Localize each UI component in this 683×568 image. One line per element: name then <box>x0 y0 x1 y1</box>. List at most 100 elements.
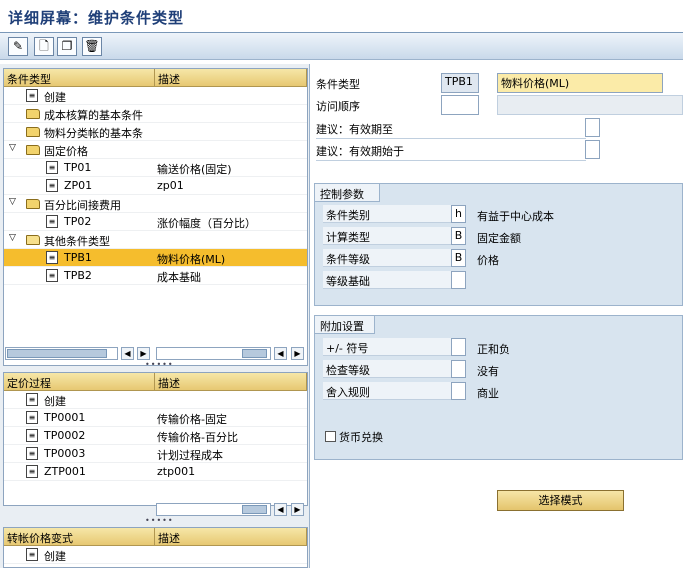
tree-row[interactable]: ▽ 百分比间接费用 <box>4 195 307 213</box>
folder-icon <box>26 199 40 209</box>
currency-conversion-checkbox[interactable] <box>325 431 336 442</box>
condition-type-label: 条件类型 <box>316 78 360 91</box>
additional-setting-label: +/- 符号 <box>323 338 451 356</box>
document-icon: ≡ <box>46 269 58 282</box>
document-icon: ≡ <box>46 161 58 174</box>
control-parameter-field[interactable]: h <box>451 205 466 223</box>
tree-node-label: ZTP001 <box>44 465 86 478</box>
column-header-description[interactable]: 描述 <box>155 69 307 87</box>
access-sequence-description-field <box>497 95 683 115</box>
document-icon: ≡ <box>26 429 38 442</box>
condition-type-description-field[interactable]: 物料价格(ML) <box>497 73 663 93</box>
scroll-left-icon[interactable]: ◀ <box>274 503 287 516</box>
select-mode-button[interactable]: 选择模式 <box>497 490 624 511</box>
scroll-right-icon[interactable]: ▶ <box>291 347 304 360</box>
new-entry-icon[interactable]: 🗋 <box>34 37 54 56</box>
column-header-condition-type[interactable]: 条件类型 <box>4 69 155 87</box>
condition-type-field: TPB1 <box>441 73 479 93</box>
additional-setting-description: 商业 <box>477 387 499 400</box>
tree-row[interactable]: ▽ 其他条件类型 <box>4 231 307 249</box>
tree-row[interactable]: ≡ 创建 <box>4 546 307 564</box>
tree-node-description: 成本基础 <box>157 271 201 284</box>
control-parameter-label: 等级基础 <box>323 271 451 289</box>
column-header-pricing-procedure[interactable]: 定价过程 <box>4 373 155 391</box>
delete-icon[interactable]: 🗑 <box>82 37 102 56</box>
additional-settings-group: 附加设置 +/- 符号 正和负 检查等级 没有 舍入规则 商业 货币兑换 <box>314 315 683 460</box>
document-icon: ≡ <box>26 447 38 460</box>
tree-node-label: 创建 <box>44 395 66 408</box>
horizontal-scrollbar[interactable] <box>156 503 271 516</box>
valid-from-label: 建议：有效期始于 <box>316 143 586 161</box>
scroll-right-icon[interactable]: ▶ <box>137 347 150 360</box>
additional-setting-description: 没有 <box>477 365 499 378</box>
tree-node-description: zp01 <box>157 179 184 192</box>
scroll-left-icon[interactable]: ◀ <box>121 347 134 360</box>
tree-row[interactable]: ≡ ZTP001 ztp001 <box>4 463 307 481</box>
tree-node-label: 成本核算的基本条件 <box>44 109 143 122</box>
control-parameter-description: 价格 <box>477 254 499 267</box>
additional-setting-field[interactable] <box>451 382 466 400</box>
splitter-grip[interactable]: ••••• <box>145 361 173 369</box>
tree-row[interactable]: ≡ 创建 <box>4 87 307 105</box>
expand-arrow-icon[interactable]: ▽ <box>9 143 19 153</box>
column-header-description[interactable]: 描述 <box>155 373 307 391</box>
tree-row[interactable]: ▽ 固定价格 <box>4 141 307 159</box>
column-header-transfer-price-variant[interactable]: 转帐价格变式 <box>4 528 155 546</box>
tree-row[interactable]: ≡ TP0003 计划过程成本 <box>4 445 307 463</box>
tree-node-description: 传输价格-固定 <box>157 413 227 426</box>
control-parameter-field[interactable]: B <box>451 227 466 245</box>
valid-to-field[interactable] <box>585 118 600 137</box>
control-parameter-label: 条件类别 <box>323 205 451 223</box>
tree-row[interactable]: ≡ 创建 <box>4 391 307 409</box>
document-icon: ≡ <box>26 548 38 561</box>
tree-row[interactable]: ≡ TPB1 物料价格(ML) <box>4 249 307 267</box>
navigation-pane: 条件类型 描述 ≡ 创建 成本核算的基本条件 物料分类帐的基本条 ▽ 固定价格 ≡ TP01 输… <box>0 64 310 568</box>
document-icon: ≡ <box>26 411 38 424</box>
group-title: 控制参数 <box>315 184 380 202</box>
horizontal-scrollbar[interactable] <box>5 347 118 360</box>
valid-from-field[interactable] <box>585 140 600 159</box>
tree-node-description: 物料价格(ML) <box>157 253 226 266</box>
tree-row[interactable]: 物料分类帐的基本条 <box>4 123 307 141</box>
scroll-right-icon[interactable]: ▶ <box>291 503 304 516</box>
group-title: 附加设置 <box>315 316 375 334</box>
splitter-grip[interactable]: ••••• <box>145 517 173 525</box>
tree-node-description: 输送价格(固定) <box>157 163 232 176</box>
pricing-procedure-tree: 定价过程 描述 ≡ 创建 ≡ TP0001 传输价格-固定 ≡ TP0002 传输价格-百分比… <box>3 372 308 506</box>
tree-row[interactable]: 成本核算的基本条件 <box>4 105 307 123</box>
tree-node-description: 涨价幅度（百分比） <box>157 217 256 230</box>
currency-conversion-label: 货币兑换 <box>339 431 383 444</box>
tree-node-description: 传输价格-百分比 <box>157 431 238 444</box>
access-sequence-field[interactable] <box>441 95 479 115</box>
tree-row[interactable]: ≡ TP0001 传输价格-固定 <box>4 409 307 427</box>
tree-row[interactable]: ≡ TP01 输送价格(固定) <box>4 159 307 177</box>
expand-arrow-icon[interactable]: ▽ <box>9 197 19 207</box>
valid-to-label: 建议：有效期至 <box>316 121 586 139</box>
tree-row[interactable]: ≡ ZP01 zp01 <box>4 177 307 195</box>
copy-icon[interactable]: ❐ <box>57 37 77 56</box>
tree-node-label: TP0002 <box>44 429 86 442</box>
folder-icon <box>26 145 40 155</box>
folder-icon <box>26 109 40 119</box>
scroll-left-icon[interactable]: ◀ <box>274 347 287 360</box>
expand-arrow-icon[interactable]: ▽ <box>9 233 19 243</box>
additional-setting-description: 正和负 <box>477 343 510 356</box>
detail-screen: 条件类型 TPB1 物料价格(ML) 访问顺序 建议：有效期至 建议：有效期始于… <box>312 64 683 568</box>
edit-icon[interactable]: ✎ <box>8 37 28 56</box>
folder-icon <box>26 127 40 137</box>
tree-node-description: 计划过程成本 <box>157 449 223 462</box>
tree-row[interactable]: ≡ TP02 涨价幅度（百分比） <box>4 213 307 231</box>
document-icon: ≡ <box>46 215 58 228</box>
column-header-description[interactable]: 描述 <box>155 528 307 546</box>
tree-row[interactable]: ≡ TPB2 成本基础 <box>4 267 307 285</box>
horizontal-scrollbar[interactable] <box>156 347 271 360</box>
tree-row[interactable]: ≡ TP0002 传输价格-百分比 <box>4 427 307 445</box>
additional-setting-field[interactable] <box>451 360 466 378</box>
page-title: 详细屏幕：维护条件类型 <box>0 0 683 33</box>
additional-setting-field[interactable] <box>451 338 466 356</box>
control-parameter-field[interactable] <box>451 271 466 289</box>
tree-node-label: 创建 <box>44 91 66 104</box>
control-parameter-field[interactable]: B <box>451 249 466 267</box>
tree-node-label: TP0003 <box>44 447 86 460</box>
document-icon: ≡ <box>26 465 38 478</box>
